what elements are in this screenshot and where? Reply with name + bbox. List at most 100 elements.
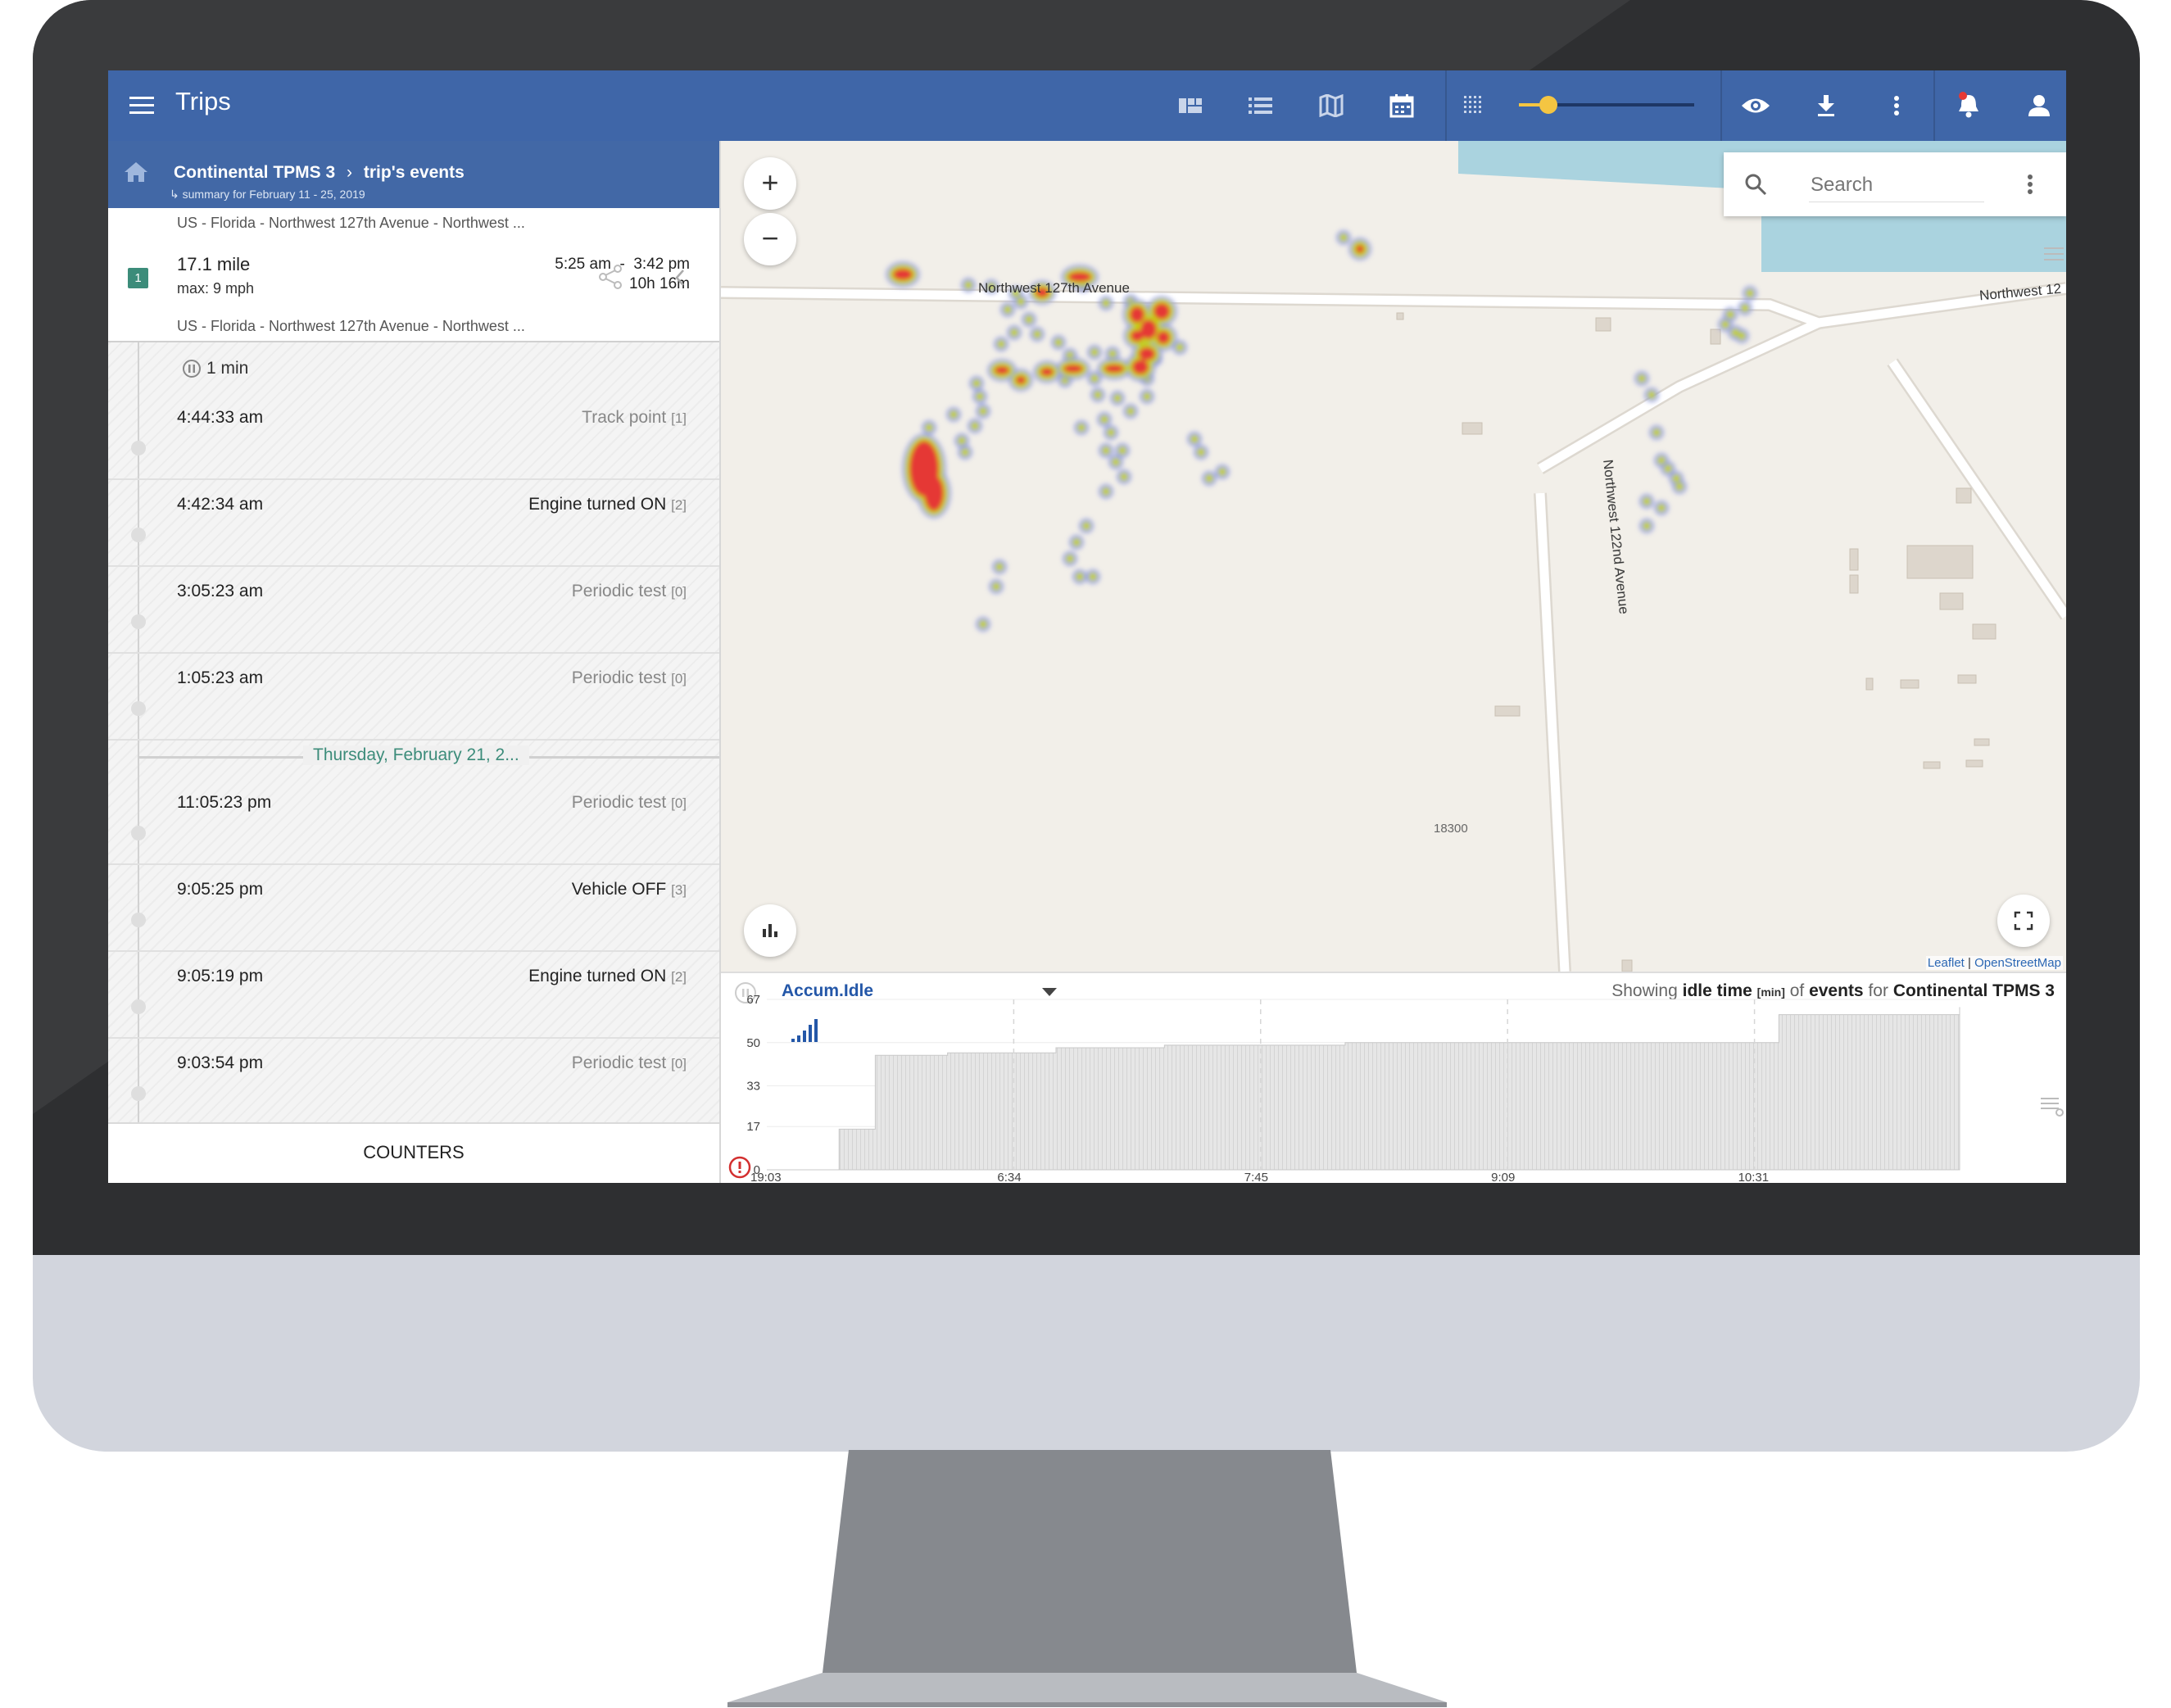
heat-spot xyxy=(1132,360,1149,374)
heat-spot xyxy=(1010,328,1018,337)
heat-spot xyxy=(1140,319,1157,339)
event-count: [1] xyxy=(671,410,687,426)
monitor-chin xyxy=(33,1255,2140,1452)
calendar-icon[interactable] xyxy=(1385,88,1419,123)
event-row[interactable]: 9:05:19 pm Engine turned ON [2] xyxy=(108,950,719,1039)
event-row[interactable]: 11:05:23 pm Periodic test [0] xyxy=(108,777,719,865)
event-type-label: Engine turned ON xyxy=(528,967,667,985)
map-view[interactable]: 18300 Northwest 127th Avenue Northwest 1… xyxy=(721,141,2066,972)
bar-chart-icon xyxy=(763,924,777,937)
heatmap-intensity-slider[interactable] xyxy=(1519,96,1694,114)
slider-knob[interactable] xyxy=(1539,96,1558,114)
map-canvas[interactable]: 18300 xyxy=(721,141,2066,972)
heat-spot xyxy=(1072,538,1081,546)
event-type: Engine turned ON [2] xyxy=(528,495,687,514)
layers-icon[interactable] xyxy=(2043,246,2064,264)
event-row[interactable]: 1:05:23 am Periodic test [0] xyxy=(108,652,719,741)
event-count: [0] xyxy=(671,795,687,811)
search-icon[interactable] xyxy=(1743,172,1768,197)
trip-duration: 10h 16m xyxy=(629,275,690,292)
map-icon[interactable] xyxy=(1314,88,1348,123)
event-row[interactable]: 4:44:33 am Track point [1] xyxy=(108,392,719,480)
heat-spot xyxy=(1339,233,1348,242)
app-title: Trips xyxy=(175,87,231,116)
heat-spot xyxy=(1130,306,1144,323)
hamburger-menu-icon[interactable] xyxy=(128,95,156,116)
zoom-in-button[interactable]: + xyxy=(744,157,796,210)
bell-icon[interactable] xyxy=(1951,88,1986,123)
fullscreen-icon xyxy=(2014,911,2033,931)
heat-spot xyxy=(979,620,987,628)
download-icon[interactable] xyxy=(1809,88,1843,123)
event-type-label: Periodic test xyxy=(571,668,667,687)
heat-spot xyxy=(1356,245,1364,253)
map-search-box xyxy=(1724,152,2066,216)
timeline-dot xyxy=(131,614,146,629)
event-type-label: Periodic test xyxy=(571,793,667,812)
event-type-label: Track point xyxy=(582,408,667,427)
heat-spot xyxy=(1033,330,1041,338)
timeline-dot xyxy=(131,1086,146,1101)
event-type: Vehicle OFF [3] xyxy=(572,880,687,899)
heat-spot xyxy=(1016,376,1026,384)
more-vert-icon[interactable] xyxy=(2027,174,2033,195)
heat-spot xyxy=(1652,428,1661,437)
breadcrumb-page: trip's events xyxy=(363,163,465,182)
list-icon[interactable] xyxy=(1244,88,1278,123)
home-icon[interactable] xyxy=(123,161,149,183)
share-icon[interactable] xyxy=(598,264,624,290)
event-time: 3:05:23 am xyxy=(177,582,264,600)
zoom-out-button[interactable]: − xyxy=(744,213,796,265)
chart-toggle-button[interactable] xyxy=(744,904,796,957)
heat-spot xyxy=(1017,297,1025,306)
heat-spot xyxy=(1143,392,1151,401)
chart-menu-icon[interactable] xyxy=(2040,1096,2064,1117)
heat-spot xyxy=(979,407,987,415)
heat-spot xyxy=(1746,289,1754,297)
breadcrumb-vehicle[interactable]: Continental TPMS 3 xyxy=(174,163,335,182)
heat-spot xyxy=(1054,338,1063,347)
event-type-label: Periodic test xyxy=(571,582,667,600)
account-icon[interactable] xyxy=(2022,88,2056,123)
leaflet-link[interactable]: Leaflet xyxy=(1928,956,1965,970)
heat-spot xyxy=(1157,331,1170,344)
event-type: Periodic test [0] xyxy=(572,582,687,601)
date-divider: Thursday, February 21, 2... xyxy=(139,745,719,766)
heat-spot xyxy=(958,437,966,445)
fullscreen-button[interactable] xyxy=(1997,895,2050,947)
openstreetmap-link[interactable]: OpenStreetMap xyxy=(1974,956,2061,970)
event-row[interactable]: 9:03:54 pm Periodic test [0] xyxy=(108,1037,719,1126)
heat-spot xyxy=(1726,310,1734,319)
event-type: Track point [1] xyxy=(582,408,687,428)
map-attribution: Leaflet | OpenStreetMap xyxy=(1925,956,2063,970)
heat-spot xyxy=(1090,348,1099,356)
heat-spot xyxy=(1077,424,1086,432)
heat-spot xyxy=(1102,446,1110,455)
heat-spot xyxy=(1112,458,1120,466)
trip-events-panel: Continental TPMS 3 › trip's events ↳ sum… xyxy=(108,141,721,1183)
event-count: [0] xyxy=(671,584,687,600)
collapse-chevron-icon[interactable] xyxy=(673,269,687,287)
event-type-label: Periodic test xyxy=(571,1053,667,1072)
counters-button[interactable]: COUNTERS xyxy=(108,1122,719,1183)
alert-icon[interactable] xyxy=(727,1155,752,1180)
event-row[interactable]: 4:42:34 am Engine turned ON [2] xyxy=(108,478,719,567)
x-tick-label: 7:45 xyxy=(1244,1171,1268,1183)
heat-spot xyxy=(961,448,969,456)
trip-summary-card[interactable]: US - Florida - Northwest 127th Avenue - … xyxy=(108,208,719,342)
heat-spot xyxy=(924,475,944,511)
heat-spot xyxy=(1638,374,1646,383)
heat-spot xyxy=(1076,573,1084,581)
idle-time-chart[interactable]: 19:03 6:34 7:45 9:09 10:31017335067 xyxy=(721,973,2066,1183)
eye-icon[interactable] xyxy=(1738,88,1773,123)
timeline-dot xyxy=(131,441,146,455)
more-vert-icon[interactable] xyxy=(1879,88,1914,123)
search-input[interactable] xyxy=(1809,169,1984,202)
dashboard-icon[interactable] xyxy=(1173,88,1208,123)
event-row[interactable]: 9:05:25 pm Vehicle OFF [3] xyxy=(108,863,719,952)
grid-icon[interactable] xyxy=(1457,88,1491,123)
heat-spot xyxy=(1120,473,1128,481)
event-count: [3] xyxy=(671,882,687,898)
y-tick-label: 50 xyxy=(746,1036,760,1050)
event-row[interactable]: 3:05:23 am Periodic test [0] xyxy=(108,565,719,654)
